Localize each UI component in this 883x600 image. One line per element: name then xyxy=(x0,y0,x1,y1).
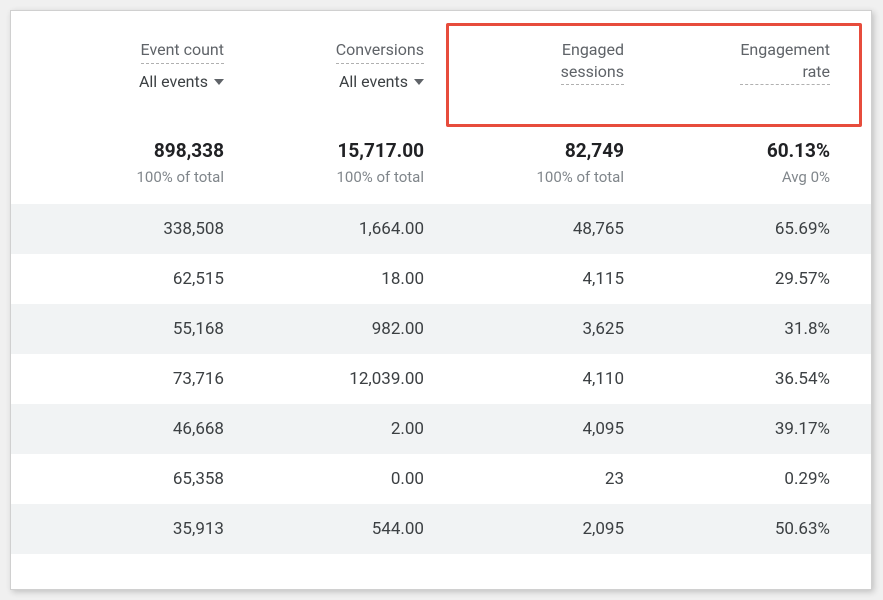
cell-engagement-rate: 39.17% xyxy=(624,419,840,439)
header-label-engaged-sessions[interactable]: Engagedsessions xyxy=(561,39,624,85)
cell-event-count: 73,716 xyxy=(29,369,224,389)
table-body: 338,5081,664.0048,76565.69%62,51518.004,… xyxy=(11,204,871,554)
summary-engaged-sessions-value: 82,749 xyxy=(424,139,624,162)
cell-event-count: 55,168 xyxy=(29,319,224,339)
cell-conversions: 0.00 xyxy=(224,469,424,489)
cell-engagement-rate: 65.69% xyxy=(624,219,840,239)
summary-event-count-value: 898,338 xyxy=(29,139,224,162)
cell-event-count: 65,358 xyxy=(29,469,224,489)
summary-engaged-sessions-sub: 100% of total xyxy=(424,168,624,186)
chevron-down-icon xyxy=(214,79,224,85)
header-text-engagement-rate: Engagementrate xyxy=(740,39,830,82)
cell-engaged-sessions: 48,765 xyxy=(424,219,624,239)
filter-event-count[interactable]: All events xyxy=(139,70,224,91)
cell-engaged-sessions: 4,110 xyxy=(424,369,624,389)
cell-engagement-rate: 0.29% xyxy=(624,469,840,489)
cell-engaged-sessions: 23 xyxy=(424,469,624,489)
cell-event-count: 35,913 xyxy=(29,519,224,539)
header-label-conversions[interactable]: Conversions xyxy=(336,39,424,64)
cell-conversions: 1,664.00 xyxy=(224,219,424,239)
table-row[interactable]: 35,913544.002,09550.63% xyxy=(11,504,871,554)
cell-engaged-sessions: 4,115 xyxy=(424,269,624,289)
filter-conversions-label: All events xyxy=(339,72,408,91)
table-row[interactable]: 62,51518.004,11529.57% xyxy=(11,254,871,304)
table-header-row: Event count All events Conversions All e… xyxy=(11,11,871,115)
summary-conversions-value: 15,717.00 xyxy=(224,139,424,162)
chevron-down-icon xyxy=(414,79,424,85)
header-engaged-sessions: Engagedsessions xyxy=(424,39,624,91)
summary-engaged-sessions: 82,749 100% of total xyxy=(424,139,624,186)
summary-event-count: 898,338 100% of total xyxy=(29,139,224,186)
filter-conversions[interactable]: All events xyxy=(339,70,424,91)
cell-engaged-sessions: 4,095 xyxy=(424,419,624,439)
cell-event-count: 338,508 xyxy=(29,219,224,239)
summary-row: 898,338 100% of total 15,717.00 100% of … xyxy=(11,115,871,204)
cell-engagement-rate: 31.8% xyxy=(624,319,840,339)
cell-engagement-rate: 36.54% xyxy=(624,369,840,389)
filter-event-count-label: All events xyxy=(139,72,208,91)
header-engagement-rate: Engagementrate xyxy=(624,39,840,91)
summary-engagement-rate: 60.13% Avg 0% xyxy=(624,139,840,186)
header-conversions: Conversions All events xyxy=(224,39,424,91)
cell-engaged-sessions: 2,095 xyxy=(424,519,624,539)
header-label-engagement-rate[interactable]: Engagementrate xyxy=(740,39,830,85)
header-event-count: Event count All events xyxy=(29,39,224,91)
summary-engagement-rate-value: 60.13% xyxy=(624,139,830,162)
summary-conversions-sub: 100% of total xyxy=(224,168,424,186)
table-row[interactable]: 55,168982.003,62531.8% xyxy=(11,304,871,354)
header-text-engaged-sessions: Engagedsessions xyxy=(561,39,624,82)
cell-engagement-rate: 50.63% xyxy=(624,519,840,539)
cell-engagement-rate: 29.57% xyxy=(624,269,840,289)
cell-conversions: 982.00 xyxy=(224,319,424,339)
cell-conversions: 12,039.00 xyxy=(224,369,424,389)
header-label-event-count[interactable]: Event count xyxy=(141,39,224,64)
cell-conversions: 544.00 xyxy=(224,519,424,539)
table-row[interactable]: 65,3580.00230.29% xyxy=(11,454,871,504)
cell-conversions: 18.00 xyxy=(224,269,424,289)
summary-event-count-sub: 100% of total xyxy=(29,168,224,186)
summary-conversions: 15,717.00 100% of total xyxy=(224,139,424,186)
table-row[interactable]: 46,6682.004,09539.17% xyxy=(11,404,871,454)
analytics-table-frame: Event count All events Conversions All e… xyxy=(10,10,872,590)
summary-engagement-rate-sub: Avg 0% xyxy=(624,168,830,186)
cell-engaged-sessions: 3,625 xyxy=(424,319,624,339)
cell-event-count: 62,515 xyxy=(29,269,224,289)
cell-event-count: 46,668 xyxy=(29,419,224,439)
cell-conversions: 2.00 xyxy=(224,419,424,439)
table-row[interactable]: 73,71612,039.004,11036.54% xyxy=(11,354,871,404)
table-row[interactable]: 338,5081,664.0048,76565.69% xyxy=(11,204,871,254)
